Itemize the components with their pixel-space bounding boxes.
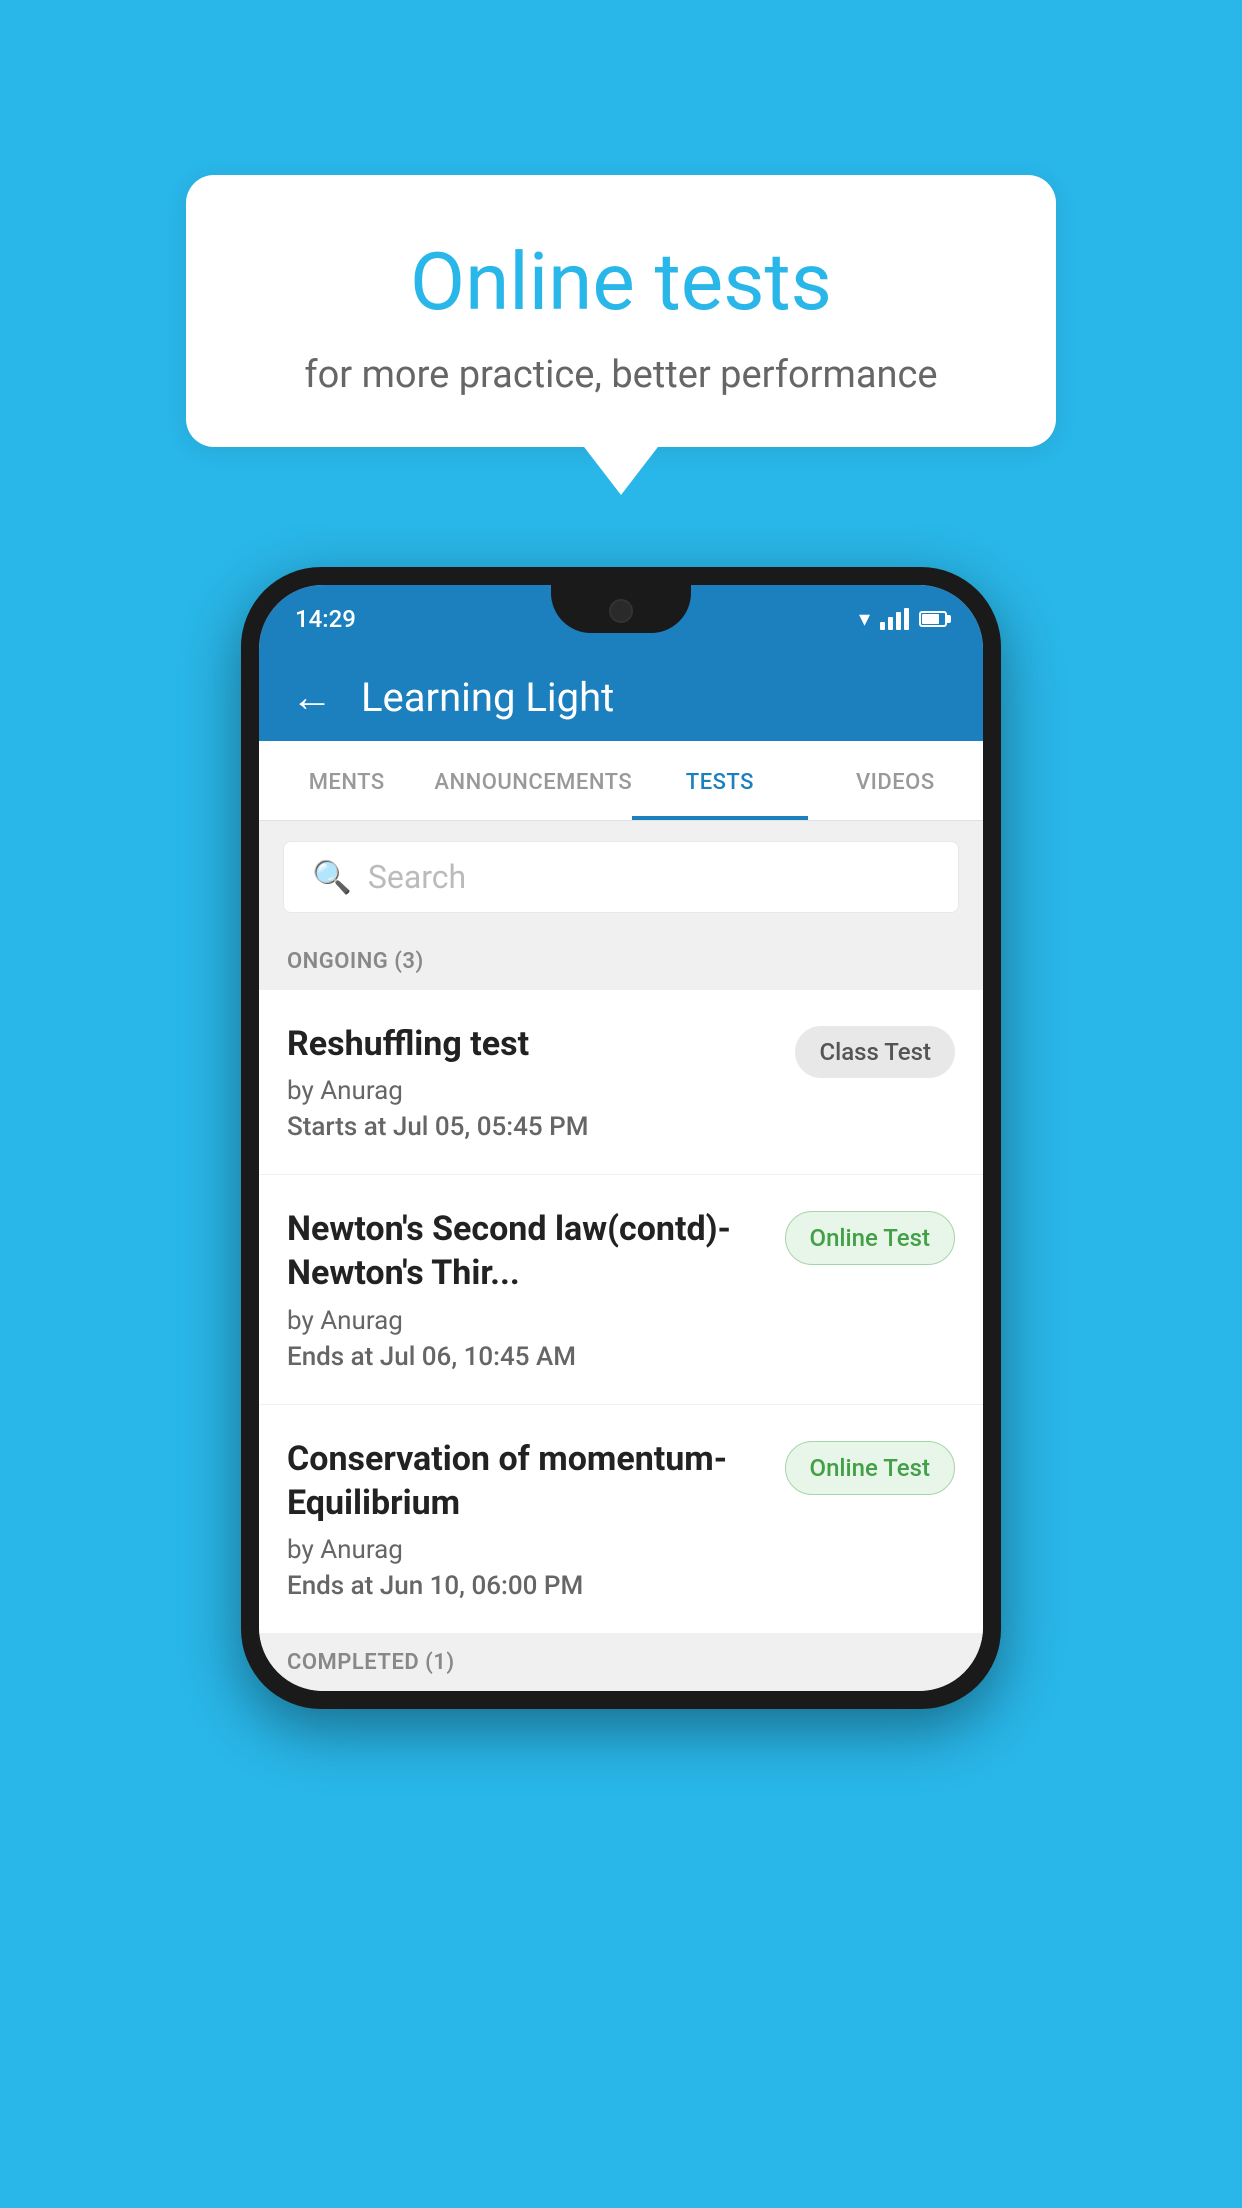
test-name: Conservation of momentum-Equilibrium xyxy=(287,1437,765,1525)
status-bar: 14:29 ▾ xyxy=(259,585,983,653)
test-time: Ends at Jun 10, 06:00 PM xyxy=(287,1571,765,1601)
app-title: Learning Light xyxy=(361,674,614,721)
test-info: Reshuffling test by Anurag Starts at Jul… xyxy=(287,1022,775,1142)
test-info: Newton's Second law(contd)-Newton's Thir… xyxy=(287,1207,765,1371)
test-time: Starts at Jul 05, 05:45 PM xyxy=(287,1112,775,1142)
test-by: by Anurag xyxy=(287,1535,765,1565)
test-time: Ends at Jul 06, 10:45 AM xyxy=(287,1342,765,1372)
phone-screen: 14:29 ▾ xyxy=(259,585,983,1691)
back-button[interactable]: ← xyxy=(291,673,333,722)
tab-bar: MENTS ANNOUNCEMENTS TESTS VIDEOS xyxy=(259,741,983,821)
test-badge-online: Online Test xyxy=(785,1441,955,1495)
search-bar[interactable]: 🔍 Search xyxy=(283,841,959,913)
test-list: Reshuffling test by Anurag Starts at Jul… xyxy=(259,990,983,1634)
wifi-icon: ▾ xyxy=(859,607,870,632)
app-header: ← Learning Light xyxy=(259,653,983,741)
test-item[interactable]: Reshuffling test by Anurag Starts at Jul… xyxy=(259,990,983,1175)
speech-bubble: Online tests for more practice, better p… xyxy=(186,175,1056,447)
test-badge-online: Online Test xyxy=(785,1211,955,1265)
test-info: Conservation of momentum-Equilibrium by … xyxy=(287,1437,765,1601)
tab-announcements[interactable]: ANNOUNCEMENTS xyxy=(434,741,632,820)
test-by: by Anurag xyxy=(287,1076,775,1106)
test-name: Newton's Second law(contd)-Newton's Thir… xyxy=(287,1207,765,1295)
status-time: 14:29 xyxy=(295,605,356,633)
tab-ments[interactable]: MENTS xyxy=(259,741,434,820)
completed-section-header: COMPLETED (1) xyxy=(259,1634,983,1691)
phone-container: 14:29 ▾ xyxy=(241,567,1001,1709)
search-icon: 🔍 xyxy=(312,858,352,896)
bubble-subtitle: for more practice, better performance xyxy=(246,353,996,397)
search-container: 🔍 Search xyxy=(259,821,983,933)
test-item[interactable]: Conservation of momentum-Equilibrium by … xyxy=(259,1405,983,1634)
tab-videos[interactable]: VIDEOS xyxy=(808,741,983,820)
search-input[interactable]: Search xyxy=(368,858,466,896)
notch xyxy=(551,585,691,633)
tab-tests[interactable]: TESTS xyxy=(632,741,807,820)
bubble-title: Online tests xyxy=(246,235,996,329)
battery-icon xyxy=(919,611,947,627)
phone-frame: 14:29 ▾ xyxy=(241,567,1001,1709)
test-name: Reshuffling test xyxy=(287,1022,775,1066)
status-icons: ▾ xyxy=(859,607,947,632)
signal-icon xyxy=(880,608,909,630)
ongoing-section-header: ONGOING (3) xyxy=(259,933,983,990)
camera xyxy=(609,599,633,623)
test-badge-class: Class Test xyxy=(795,1026,955,1078)
test-item[interactable]: Newton's Second law(contd)-Newton's Thir… xyxy=(259,1175,983,1404)
test-by: by Anurag xyxy=(287,1306,765,1336)
